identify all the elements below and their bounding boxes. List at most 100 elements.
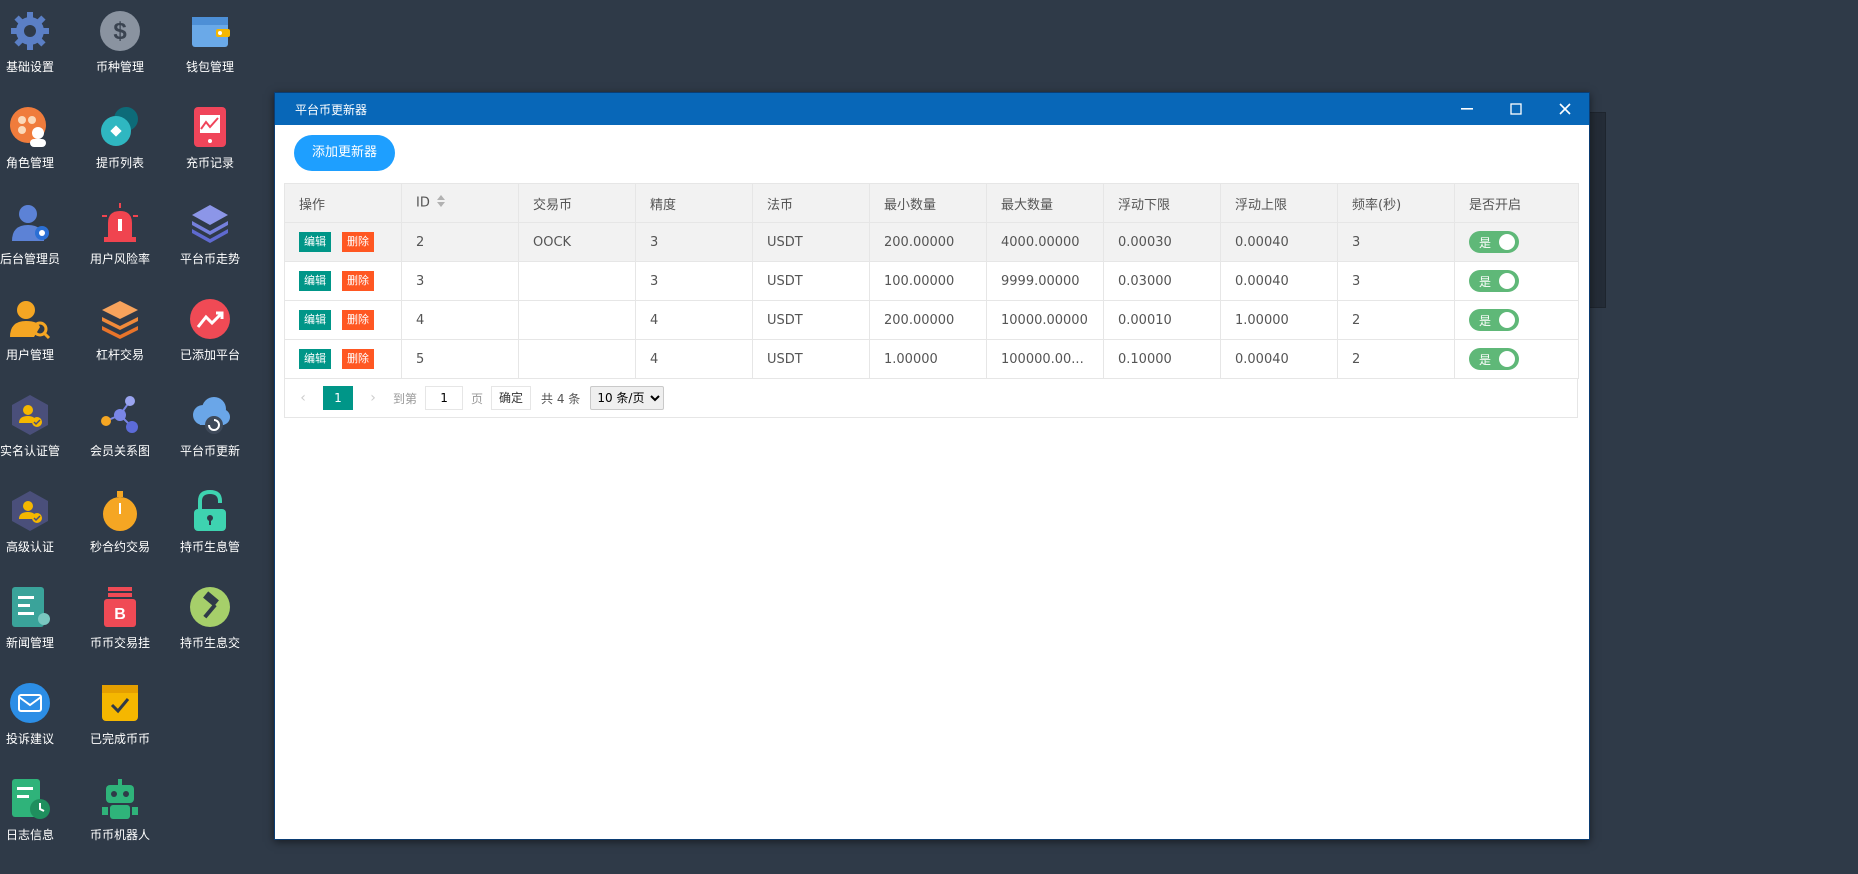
desktop-icon-withdraw-list[interactable]: 提币列表 (75, 96, 165, 192)
edit-button[interactable]: 编辑 (299, 232, 331, 252)
desktop-icon-leverage-trading[interactable]: 杠杆交易 (75, 288, 165, 384)
desktop-icon-user-management[interactable]: 用户管理 (0, 288, 75, 384)
enabled-toggle[interactable]: 是 (1469, 348, 1519, 370)
float-lower-cell: 0.00030 (1103, 222, 1221, 262)
fiat-cell: USDT (752, 261, 870, 301)
network-icon (97, 392, 143, 438)
admin-icon (7, 200, 53, 246)
desktop-icon-advanced-verify[interactable]: 高级认证 (0, 480, 75, 576)
float-upper-cell: 0.00040 (1220, 261, 1338, 301)
enabled-cell: 是 (1454, 261, 1579, 301)
desktop-icon-completed-coin-trades[interactable]: 已完成币币 (75, 672, 165, 768)
prev-page-icon[interactable]: ‹ (289, 390, 317, 406)
confirm-page-button[interactable]: 确定 (491, 386, 532, 410)
delete-button[interactable]: 删除 (342, 349, 374, 369)
enabled-cell: 是 (1454, 222, 1579, 262)
desktop-icon-platform-update[interactable]: 平台币更新 (165, 384, 255, 480)
column-header-actions: 操作 (284, 183, 402, 223)
enabled-cell: 是 (1454, 339, 1579, 379)
enabled-toggle[interactable]: 是 (1469, 270, 1519, 292)
gear-icon (7, 8, 53, 54)
close-button[interactable] (1545, 93, 1585, 125)
desktop-icon-currency[interactable]: $ 币种管理 (75, 0, 165, 96)
current-page-button[interactable]: 1 (323, 386, 353, 410)
add-updater-button[interactable]: 添加更新器 (294, 135, 396, 171)
desktop: 基础设置 $ 币种管理 钱包管理 角色管理 提币列表 充币记录 后台管理员 用户… (0, 0, 260, 874)
desktop-icon-deposit-records[interactable]: 充币记录 (165, 96, 255, 192)
sort-icon[interactable] (436, 194, 446, 212)
desktop-icon-coin-robot[interactable]: 币币机器人 (75, 768, 165, 864)
table-row[interactable]: 编辑 删除 5 4 USDT 1.00000 100000.00... 0.100… (284, 339, 1579, 379)
enabled-toggle[interactable]: 是 (1469, 231, 1519, 253)
page-number-input[interactable] (425, 386, 464, 410)
desktop-icon-platform-trend[interactable]: 平台币走势 (165, 192, 255, 288)
trade-coin-cell: OOCK (518, 222, 636, 262)
actions-cell: 编辑 删除 (284, 261, 402, 301)
toggle-label: 是 (1479, 275, 1492, 289)
table-row[interactable]: 编辑 删除 4 4 USDT 200.00000 10000.00000 0.00… (284, 300, 1579, 340)
platform-coin-updater-window: 平台币更新器 添加更新器 操作 ID 交易币 精度 法币 最小数量 最大数量 浮… (274, 92, 1590, 840)
column-header-enabled: 是否开启 (1454, 183, 1579, 223)
float-upper-cell: 0.00040 (1220, 339, 1338, 379)
edit-button[interactable]: 编辑 (299, 271, 331, 291)
desktop-icon-label: 持币生息管 (179, 540, 240, 554)
enabled-cell: 是 (1454, 300, 1579, 340)
hammer-icon (187, 584, 233, 630)
float-lower-cell: 0.10000 (1103, 339, 1221, 379)
desktop-icon-user-risk[interactable]: 用户风险率 (75, 192, 165, 288)
edit-button[interactable]: 编辑 (299, 310, 331, 330)
desktop-icon-second-contract[interactable]: 秒合约交易 (75, 480, 165, 576)
column-header-id[interactable]: ID (401, 183, 519, 223)
float-lower-cell: 0.03000 (1103, 261, 1221, 301)
maximize-button[interactable] (1496, 93, 1536, 125)
edit-button[interactable]: 编辑 (299, 349, 331, 369)
frequency-cell: 2 (1337, 339, 1455, 379)
fiat-cell: USDT (752, 339, 870, 379)
delete-button[interactable]: 删除 (342, 232, 374, 252)
desktop-icon-label: 实名认证管 (0, 444, 60, 458)
desktop-icon-admins[interactable]: 后台管理员 (0, 192, 75, 288)
max-quantity-cell: 9999.00000 (986, 261, 1104, 301)
deposit-icon (187, 104, 233, 150)
desktop-icon-added-platform[interactable]: 已添加平台 (165, 288, 255, 384)
min-quantity-cell: 100.00000 (869, 261, 987, 301)
precision-cell: 4 (635, 300, 753, 340)
minimize-icon (1461, 108, 1473, 110)
desktop-icon-real-name-verify[interactable]: 实名认证管 (0, 384, 75, 480)
wallet-icon (187, 8, 233, 54)
verify-icon (7, 392, 53, 438)
user-search-icon (7, 296, 53, 342)
desktop-icon-staking-management[interactable]: 持币生息管 (165, 480, 255, 576)
minimize-button[interactable] (1447, 93, 1487, 125)
toggle-knob (1499, 273, 1515, 289)
column-header-frequency: 频率(秒) (1337, 183, 1455, 223)
desktop-icon-news[interactable]: 新闻管理 (0, 576, 75, 672)
desktop-icon-logs[interactable]: 日志信息 (0, 768, 75, 864)
enabled-toggle[interactable]: 是 (1469, 309, 1519, 331)
column-header-min-quantity: 最小数量 (869, 183, 987, 223)
column-header-trade-coin: 交易币 (518, 183, 636, 223)
delete-button[interactable]: 删除 (342, 310, 374, 330)
table-row[interactable]: 编辑 删除 2 OOCK 3 USDT 200.00000 4000.00000 … (284, 222, 1579, 262)
delete-button[interactable]: 删除 (342, 271, 374, 291)
mail-icon (7, 680, 53, 726)
table-row[interactable]: 编辑 删除 3 3 USDT 100.00000 9999.00000 0.030… (284, 261, 1579, 301)
window-titlebar[interactable]: 平台币更新器 (275, 93, 1589, 125)
desktop-icon-complaints[interactable]: 投诉建议 (0, 672, 75, 768)
next-page-icon[interactable]: › (359, 390, 387, 406)
desktop-icon-wallet[interactable]: 钱包管理 (165, 0, 255, 96)
page-unit-label: 页 (471, 391, 484, 406)
desktop-icon-coin-trade-orders[interactable]: B 币币交易挂 (75, 576, 165, 672)
desktop-icon-basic-settings[interactable]: 基础设置 (0, 0, 75, 96)
per-page-select[interactable]: 10 条/页 (590, 386, 665, 410)
desktop-icon-label: 币种管理 (95, 60, 144, 74)
toggle-label: 是 (1479, 314, 1492, 328)
desktop-icon-member-graph[interactable]: 会员关系图 (75, 384, 165, 480)
desktop-icon-label: 币币机器人 (89, 828, 150, 842)
desktop-icon-staking-trades[interactable]: 持币生息交 (165, 576, 255, 672)
table-header-row: 操作 ID 交易币 精度 法币 最小数量 最大数量 浮动下限 浮动上限 频率(秒… (284, 183, 1579, 223)
lock-icon (187, 488, 233, 534)
pagination: ‹ 1 › 到第 页 确定 共 4 条 10 条/页 (284, 379, 1578, 418)
column-header-float-lower: 浮动下限 (1103, 183, 1221, 223)
desktop-icon-roles[interactable]: 角色管理 (0, 96, 75, 192)
